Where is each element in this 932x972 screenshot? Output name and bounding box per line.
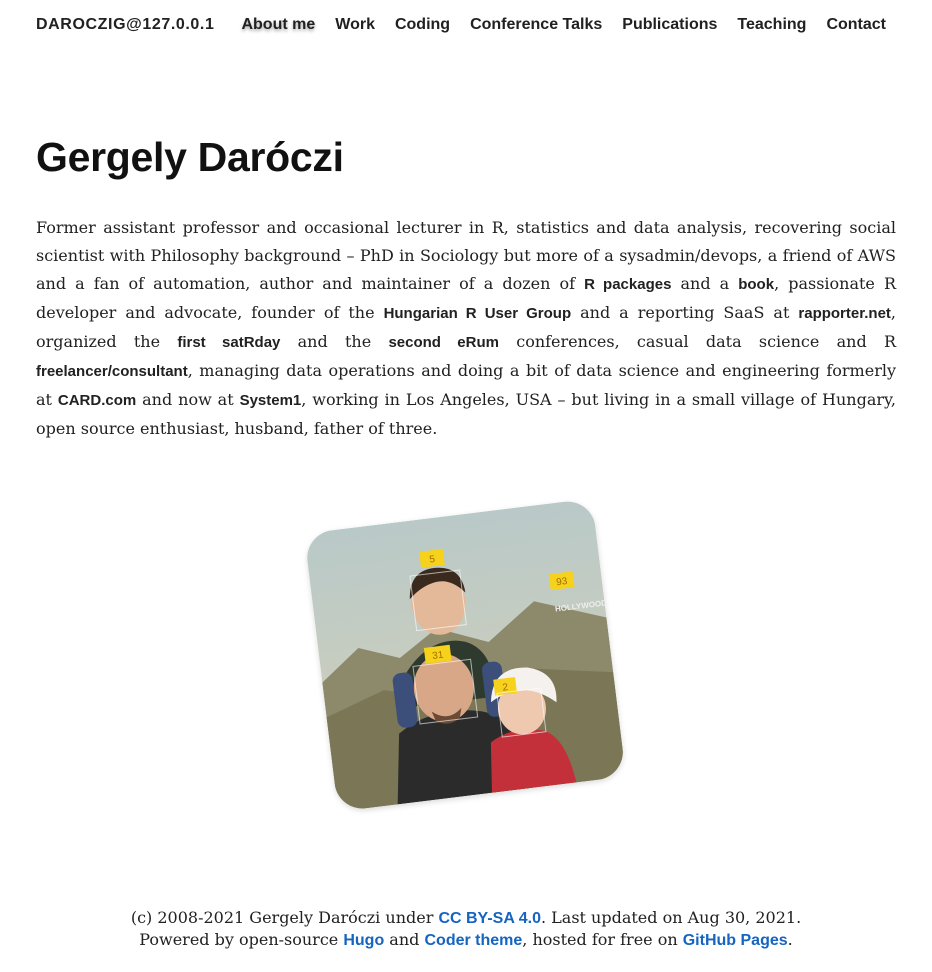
age-tag-dad: 31 <box>423 644 452 664</box>
coder-theme-link[interactable]: Coder theme <box>424 932 522 949</box>
nav-work[interactable]: Work <box>335 16 375 34</box>
nav-coding[interactable]: Coding <box>395 16 450 34</box>
system1-link[interactable]: System1 <box>240 392 302 409</box>
rapporter-link[interactable]: rapporter.net <box>798 305 891 322</box>
bio-text: and a reporting SaaS at <box>571 303 799 322</box>
family-photo: HOLLYWOOD 5 93 31 2 <box>304 498 626 812</box>
nav-teaching[interactable]: Teaching <box>737 16 806 34</box>
bio-text: and the <box>280 332 389 351</box>
age-tag-sign: 93 <box>548 571 575 591</box>
footer-line-2: Powered by open-source Hugo and Coder th… <box>0 929 932 951</box>
footer-text: , hosted for free on <box>522 930 683 949</box>
footer-text: Powered by open-source <box>139 930 344 949</box>
bio-text: and now at <box>136 390 240 409</box>
hungarian-r-user-group-link[interactable]: Hungarian R User Group <box>384 305 572 322</box>
erum-link[interactable]: second eRum <box>388 334 499 351</box>
top-navigation-bar: DAROCZIG@127.0.0.1 About me Work Coding … <box>0 0 932 52</box>
bio-paragraph: Former assistant professor and occasiona… <box>36 214 896 443</box>
satrday-link[interactable]: first satRday <box>177 334 280 351</box>
github-pages-link[interactable]: GitHub Pages <box>683 932 788 949</box>
bio-text: and a <box>671 274 739 293</box>
footer-text: . <box>787 930 793 949</box>
footer-text: and <box>384 930 425 949</box>
freelancer-consultant-link[interactable]: freelancer/consultant <box>36 363 188 380</box>
footer-text: (c) 2008-2021 Gergely Daróczi under <box>130 908 439 927</box>
nav-about-me[interactable]: About me <box>241 16 315 34</box>
svg-text:93: 93 <box>556 576 569 588</box>
nav-conference-talks[interactable]: Conference Talks <box>470 16 602 34</box>
page-title: Gergely Daróczi <box>36 134 344 180</box>
family-photo-illustration: HOLLYWOOD 5 93 31 2 <box>304 498 626 812</box>
age-tag-child: 5 <box>419 548 445 568</box>
card-com-link[interactable]: CARD.com <box>58 392 136 409</box>
footer-line-1: (c) 2008-2021 Gergely Daróczi under CC B… <box>0 907 932 929</box>
r-packages-link[interactable]: R packages <box>584 276 671 293</box>
hugo-link[interactable]: Hugo <box>343 932 384 949</box>
main-nav: About me Work Coding Conference Talks Pu… <box>241 16 886 34</box>
nav-contact[interactable]: Contact <box>826 16 886 34</box>
page-footer: (c) 2008-2021 Gergely Daróczi under CC B… <box>0 907 932 951</box>
footer-text: . Last updated on Aug 30, 2021. <box>540 908 802 927</box>
nav-publications[interactable]: Publications <box>622 16 717 34</box>
site-brand-link[interactable]: DAROCZIG@127.0.0.1 <box>36 16 214 34</box>
svg-text:31: 31 <box>432 650 445 662</box>
book-link[interactable]: book <box>738 276 774 293</box>
bio-text: conferences, casual data science and R <box>498 332 897 351</box>
license-link[interactable]: CC BY-SA 4.0 <box>438 910 541 927</box>
